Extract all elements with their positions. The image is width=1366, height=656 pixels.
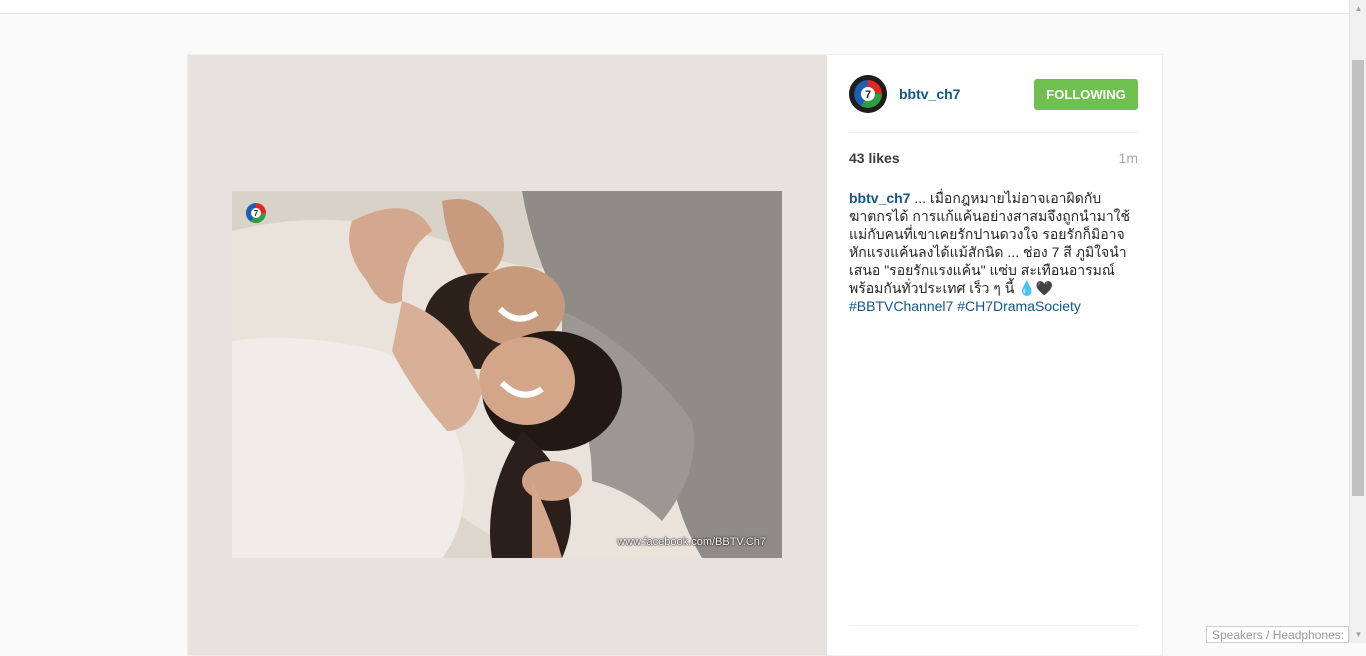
ch7-logo-icon: 7 <box>245 202 267 224</box>
scrollbar-thumb[interactable] <box>1352 60 1364 496</box>
caption-username-link[interactable]: bbtv_ch7 <box>849 190 910 206</box>
hashtag-link[interactable]: #CH7DramaSociety <box>957 298 1081 314</box>
scroll-up-arrow-icon[interactable]: ▲ <box>1350 0 1366 17</box>
post-caption: bbtv_ch7 ... เมื่อกฎหมายไม่อาจเอาผิดกับฆ… <box>849 189 1138 315</box>
photo-watermark: www.facebook.com/BBTV.Ch7 <box>617 536 766 548</box>
media-pane: 7 www.facebook.com/BBTV.Ch7 <box>188 55 827 655</box>
photo-illustration <box>232 191 782 558</box>
avatar[interactable]: 7 <box>849 75 887 113</box>
following-button[interactable]: FOLLOWING <box>1034 79 1138 110</box>
likes-count[interactable]: 43 likes <box>849 150 900 166</box>
svg-text:7: 7 <box>254 209 259 218</box>
page-scrollbar[interactable]: ▲ ▼ <box>1349 0 1366 643</box>
svg-text:7: 7 <box>865 89 871 101</box>
speakers-tooltip: Speakers / Headphones: 6 <box>1206 626 1349 643</box>
ch7-logo-icon: 7 <box>849 75 887 113</box>
likes-row: 43 likes 1m <box>849 150 1138 170</box>
username-link[interactable]: bbtv_ch7 <box>899 86 960 102</box>
post-modal: 7 www.facebook.com/BBTV.Ch7 7 bbtv_ch7 F… <box>187 54 1163 656</box>
hashtag-link[interactable]: #BBTVChannel7 <box>849 298 953 314</box>
post-sidebar: 7 bbtv_ch7 FOLLOWING 43 likes 1m bbtv_ch… <box>827 55 1162 655</box>
comment-divider <box>849 625 1138 626</box>
scroll-down-arrow-icon[interactable]: ▼ <box>1350 626 1366 643</box>
post-time[interactable]: 1m <box>1119 150 1138 166</box>
top-navigation-bar <box>0 0 1349 14</box>
post-photo[interactable]: 7 www.facebook.com/BBTV.Ch7 <box>232 191 782 558</box>
post-header: 7 bbtv_ch7 FOLLOWING <box>849 55 1138 133</box>
